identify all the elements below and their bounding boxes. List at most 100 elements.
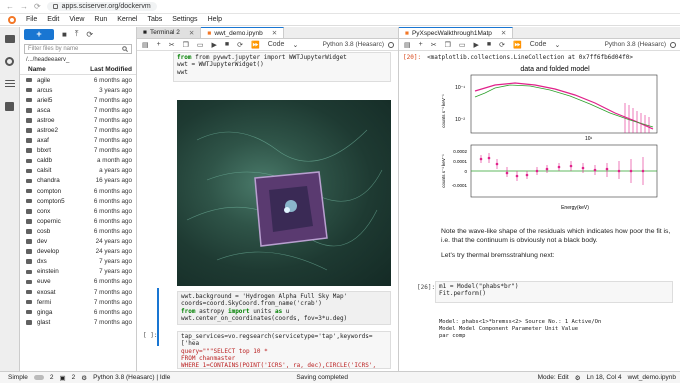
upload-icon[interactable]: ⤒ [75,29,79,39]
code-cell-widget[interactable]: from from pywwt.jupyter import WWTJupyte… [173,52,391,82]
new-launcher-button[interactable]: + [24,28,54,40]
file-row[interactable]: compton5 6 months ago [20,196,136,206]
kernel-name[interactable]: Python 3.8 (Heasarc) [605,41,666,48]
file-row[interactable]: conx 6 months ago [20,206,136,216]
file-row[interactable]: fermi 7 months ago [20,297,136,307]
save-icon[interactable]: ▤ [404,41,411,49]
menu-file[interactable]: File [26,16,37,23]
copy-icon[interactable]: ❐ [183,41,189,49]
col-modified-header[interactable]: Last Modified [90,66,132,73]
file-row[interactable]: calsit a years ago [20,166,136,176]
file-row[interactable]: exosat 7 months ago [20,287,136,297]
menu-settings[interactable]: Settings [172,16,197,23]
paste-icon[interactable]: ▭ [197,41,204,49]
file-row[interactable]: asca 7 months ago [20,105,136,115]
menu-help[interactable]: Help [208,16,222,23]
close-icon[interactable]: ✕ [501,29,506,37]
breadcrumb[interactable]: /.../headeeaerv_ [20,57,136,65]
celltype-select[interactable]: Code [530,41,547,48]
extension-icon[interactable] [5,102,14,111]
tab-pyxspec[interactable]: ■ PyXspecWalkthrough1Matp ✕ [399,27,514,38]
close-icon[interactable]: ✕ [189,29,194,37]
file-row[interactable]: caldb a month ago [20,156,136,166]
file-row[interactable]: copernic 6 months ago [20,216,136,226]
file-filter-input[interactable]: Filter files by name [24,44,132,54]
save-icon[interactable]: ▤ [142,41,149,49]
copy-icon[interactable]: ❐ [445,41,451,49]
file-row[interactable]: dxs 7 years ago [20,257,136,267]
menu-tabs[interactable]: Tabs [147,16,162,23]
file-row[interactable]: chandra 16 years ago [20,176,136,186]
file-row[interactable]: agile 6 months ago [20,75,136,85]
refresh-icon[interactable]: ⟳ [86,30,93,39]
cut-icon[interactable]: ✂ [169,41,175,49]
running-icon[interactable] [5,57,14,66]
fastforward-icon[interactable]: ⏩ [513,41,522,49]
add-cell-icon[interactable]: + [157,41,161,48]
file-modified: 7 months ago [93,96,132,104]
file-modified: 7 months ago [93,106,132,114]
plot-title: data and folded model [520,66,590,73]
file-row[interactable]: axaf 7 months ago [20,136,136,146]
simple-mode-toggle[interactable] [33,375,44,380]
markdown-cell[interactable]: Note the wave-like shape of the residual… [441,227,673,260]
ylabel-top: counts s⁻¹ keV⁻¹ [441,94,446,128]
file-name-cell: caldb [26,157,52,164]
run-icon[interactable]: ▶ [474,41,479,49]
code-cell-background[interactable]: wwt.background = 'Hydrogen Alpha Full Sk… [177,291,391,325]
forward-icon[interactable]: → [20,2,28,11]
file-row[interactable]: dev 24 years ago [20,237,136,247]
col-name-header[interactable]: Name [28,66,46,73]
file-modified: 24 years ago [95,238,132,246]
file-row[interactable]: astroe2 7 months ago [20,125,136,135]
stop-icon[interactable]: ■ [487,41,491,48]
tab-wwt-demo[interactable]: ■ wwt_demo.ipynb ✕ [201,27,285,38]
run-icon[interactable]: ▶ [212,41,217,49]
folder-icon[interactable] [4,35,15,43]
fastforward-icon[interactable]: ⏩ [251,41,260,49]
menu-kernel[interactable]: Kernel [117,16,137,23]
paste-icon[interactable]: ▭ [459,41,466,49]
menu-run[interactable]: Run [94,16,107,23]
add-cell-icon[interactable]: + [419,41,423,48]
commands-icon[interactable] [4,80,15,88]
file-row[interactable]: glast 7 months ago [20,317,136,327]
file-row[interactable]: develop 24 years ago [20,247,136,257]
menu-view[interactable]: View [69,16,84,23]
file-row[interactable]: arcus 3 years ago [20,85,136,95]
terminal-count[interactable]: 2 [50,374,54,381]
restart-icon[interactable]: ⟳ [237,41,243,49]
menu-edit[interactable]: Edit [47,16,59,23]
file-row[interactable]: einstein 7 years ago [20,267,136,277]
address-bar[interactable]: apps.sciserver.org/dockervm [46,2,157,11]
close-icon[interactable]: ✕ [272,29,277,37]
kernel-status[interactable]: Python 3.8 (Heasarc) | Idle [93,374,170,381]
file-row[interactable]: ariel5 7 months ago [20,95,136,105]
cursor-position[interactable]: Ln 18, Col 4 [587,374,622,381]
cut-icon[interactable]: ✂ [431,41,437,49]
file-name-cell: chandra [26,177,60,184]
wwt-sky-viewer[interactable] [177,100,391,286]
file-row[interactable]: euve 6 months ago [20,277,136,287]
reload-icon[interactable]: ⟳ [34,2,41,11]
file-row[interactable]: ginga 6 months ago [20,307,136,317]
stop-icon[interactable]: ■ [225,41,229,48]
celltype-select[interactable]: Code [268,41,285,48]
back-icon[interactable]: ← [6,2,14,11]
file-row[interactable]: compton 6 months ago [20,186,136,196]
new-folder-icon[interactable]: ■ [62,30,67,39]
tab-terminal[interactable]: ■ Terminal 2 ✕ [137,27,202,38]
file-name: agile [37,76,51,84]
folder-icon [26,219,32,224]
code-cell-model[interactable]: m1 = Model("phabs*br") Fit.perform() [435,281,673,303]
file-name: axaf [37,137,49,145]
file-row[interactable]: bbxrt 7 months ago [20,146,136,156]
file-browser: + ■ ⤒ ⟳ Filter files by name /.../headee… [20,27,137,371]
code-cell-query[interactable]: tap_services=vo.regsearch(servicetype='t… [177,331,391,369]
kernel-count[interactable]: 2 [72,374,76,381]
file-name-cell: cosb [26,228,50,235]
kernel-name[interactable]: Python 3.8 (Heasarc) [323,41,384,48]
file-row[interactable]: astroe 7 months ago [20,115,136,125]
file-row[interactable]: cosb 6 months ago [20,226,136,236]
restart-icon[interactable]: ⟳ [499,41,505,49]
